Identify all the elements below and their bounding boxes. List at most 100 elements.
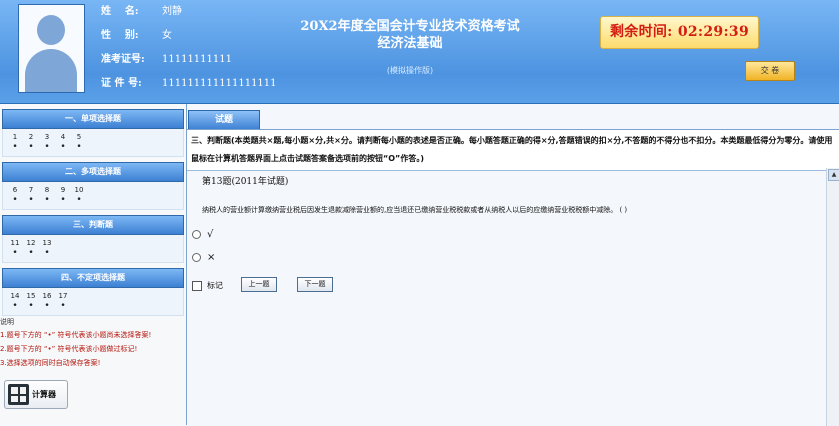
question-number: 7 [28, 186, 34, 194]
option-false[interactable]: × [192, 252, 215, 263]
question-nav-11[interactable]: 11 • [7, 235, 23, 262]
question-nav-4[interactable]: 4 • [55, 129, 71, 156]
candidate-name-label: 姓 名: [101, 6, 139, 17]
option-false-label: × [207, 252, 216, 263]
question-number: 15 [26, 292, 36, 300]
instruction-1: 1.题号下方的 “•” 符号代表该小题尚未选择答案! [0, 331, 152, 339]
question-nav-17[interactable]: 17 • [55, 288, 71, 315]
section-indefinite-choice-grid: 14 • 15 • 16 • 17 • [2, 288, 184, 316]
mark-question[interactable]: 标记 [192, 280, 223, 291]
question-number: 16 [42, 292, 52, 300]
mark-label: 标记 [207, 281, 223, 290]
question-nav-3[interactable]: 3 • [39, 129, 55, 156]
candidate-photo [18, 4, 85, 93]
remaining-time: 剩余时间: 02:29:39 [600, 16, 759, 49]
submit-exam-button[interactable]: 交 卷 [745, 61, 795, 81]
question-nav-13[interactable]: 13 • [39, 235, 55, 262]
section-indefinite-choice-header[interactable]: 四、不定项选择题 [2, 268, 184, 288]
option-false-radio[interactable] [192, 253, 201, 262]
previous-question-button[interactable]: 上一题 [241, 277, 277, 292]
exam-title-line-2: 经济法基础 [377, 36, 443, 51]
unanswered-dot: • [28, 195, 34, 205]
instructions-panel: 说明 1.题号下方的 “•” 符号代表该小题尚未选择答案! 2.题号下方的 “•… [0, 316, 184, 370]
question-number: 4 [60, 133, 66, 141]
section-instruction: 三、判断题(本类题共×题,每小题×分,共×分。请判断每小题的表述是否正确。每小题… [187, 130, 839, 171]
unanswered-dot: • [60, 142, 66, 152]
question-number: 9 [60, 186, 66, 194]
unanswered-dot: • [12, 248, 18, 258]
question-number: 10 [74, 186, 84, 194]
question-nav-7[interactable]: 7 • [23, 182, 39, 209]
question-number: 17 [58, 292, 68, 300]
question-nav-2[interactable]: 2 • [23, 129, 39, 156]
calculator-label: 计算器 [32, 390, 56, 399]
unanswered-dot: • [60, 195, 66, 205]
exam-header: 姓 名: 刘静 性 别: 女 准考证号: 11111111111 证 件 号: … [0, 0, 839, 104]
question-nav-5[interactable]: 5 • [71, 129, 87, 156]
avatar-body-shape [25, 49, 77, 92]
unanswered-dot: • [76, 195, 82, 205]
instruction-3: 3.选择选项的同时自动保存答案! [0, 359, 101, 367]
exam-title-line-1: 20X2年度全国会计专业技术资格考试 [300, 19, 520, 34]
candidate-gender: 女 [162, 30, 172, 41]
unanswered-dot: • [28, 142, 34, 152]
question-nav-16[interactable]: 16 • [39, 288, 55, 315]
unanswered-dot: • [12, 301, 18, 311]
section-true-false-header[interactable]: 三、判断题 [2, 215, 184, 235]
question-number: 11 [10, 239, 20, 247]
next-question-button[interactable]: 下一题 [297, 277, 333, 292]
question-title: 第13题(2011年试题) [202, 177, 289, 187]
unanswered-dot: • [76, 142, 82, 152]
section-single-choice-header[interactable]: 一、单项选择题 [2, 109, 184, 129]
question-number: 13 [42, 239, 52, 247]
question-number: 12 [26, 239, 36, 247]
unanswered-dot: • [44, 195, 50, 205]
option-true-radio[interactable] [192, 230, 201, 239]
question-panel: 三、判断题(本类题共×题,每小题×分,共×分。请判断每小题的表述是否正确。每小题… [187, 129, 839, 426]
question-scrollbar[interactable]: ▲ [826, 168, 839, 426]
question-nav-15[interactable]: 15 • [23, 288, 39, 315]
question-number: 6 [12, 186, 18, 194]
section-multiple-choice-grid: 6 • 7 • 8 • 9 • 10 • [2, 182, 184, 210]
avatar-head-shape [37, 15, 65, 45]
option-true[interactable]: √ [192, 229, 213, 240]
question-nav-6[interactable]: 6 • [7, 182, 23, 209]
question-nav-1[interactable]: 1 • [7, 129, 23, 156]
question-nav-12[interactable]: 12 • [23, 235, 39, 262]
section-multiple-choice-header[interactable]: 二、多项选择题 [2, 162, 184, 182]
candidate-exam-id-label: 准考证号: [101, 54, 145, 65]
question-navigator: 一、单项选择题 1 • 2 • 3 • 4 • 5 • 二、多项选择题 6 • 7 • 8 • … [0, 104, 187, 425]
tab-questions[interactable]: 试题 [188, 110, 260, 131]
unanswered-dot: • [44, 248, 50, 258]
calculator-button[interactable]: 计算器 [4, 380, 68, 409]
instruction-2: 2.题号下方的 “•” 符号代表该小题做过标记! [0, 345, 138, 353]
question-nav-10[interactable]: 10 • [71, 182, 87, 209]
calculator-icon [8, 384, 29, 405]
question-text: 纳税人的营业额计算缴纳营业税后因发生退款减除营业额的,应当退还已缴纳营业税税款或… [202, 206, 628, 214]
candidate-id-card-label: 证 件 号: [101, 78, 142, 89]
question-number: 3 [44, 133, 50, 141]
unanswered-dot: • [44, 301, 50, 311]
exam-title: 20X2年度全国会计专业技术资格考试 经济法基础 [260, 18, 560, 52]
candidate-id-card-row: 证 件 号: 111111111111111111 [101, 72, 291, 96]
question-nav-9[interactable]: 9 • [55, 182, 71, 209]
unanswered-dot: • [28, 248, 34, 258]
candidate-id-card: 111111111111111111 [162, 78, 277, 89]
question-number: 1 [12, 133, 18, 141]
question-number: 5 [76, 133, 82, 141]
question-number: 2 [28, 133, 34, 141]
question-nav-14[interactable]: 14 • [7, 288, 23, 315]
question-number: 14 [10, 292, 20, 300]
candidate-name: 刘静 [162, 6, 182, 17]
unanswered-dot: • [28, 301, 34, 311]
section-single-choice-grid: 1 • 2 • 3 • 4 • 5 • [2, 129, 184, 157]
question-nav-8[interactable]: 8 • [39, 182, 55, 209]
candidate-gender-label: 性 别: [101, 30, 139, 41]
candidate-exam-id: 11111111111 [162, 54, 232, 65]
question-number: 8 [44, 186, 50, 194]
mark-checkbox[interactable] [192, 280, 202, 291]
option-true-label: √ [207, 229, 214, 240]
scroll-up-arrow-icon[interactable]: ▲ [828, 169, 839, 181]
instructions-title: 说明 [0, 318, 14, 326]
unanswered-dot: • [12, 195, 18, 205]
